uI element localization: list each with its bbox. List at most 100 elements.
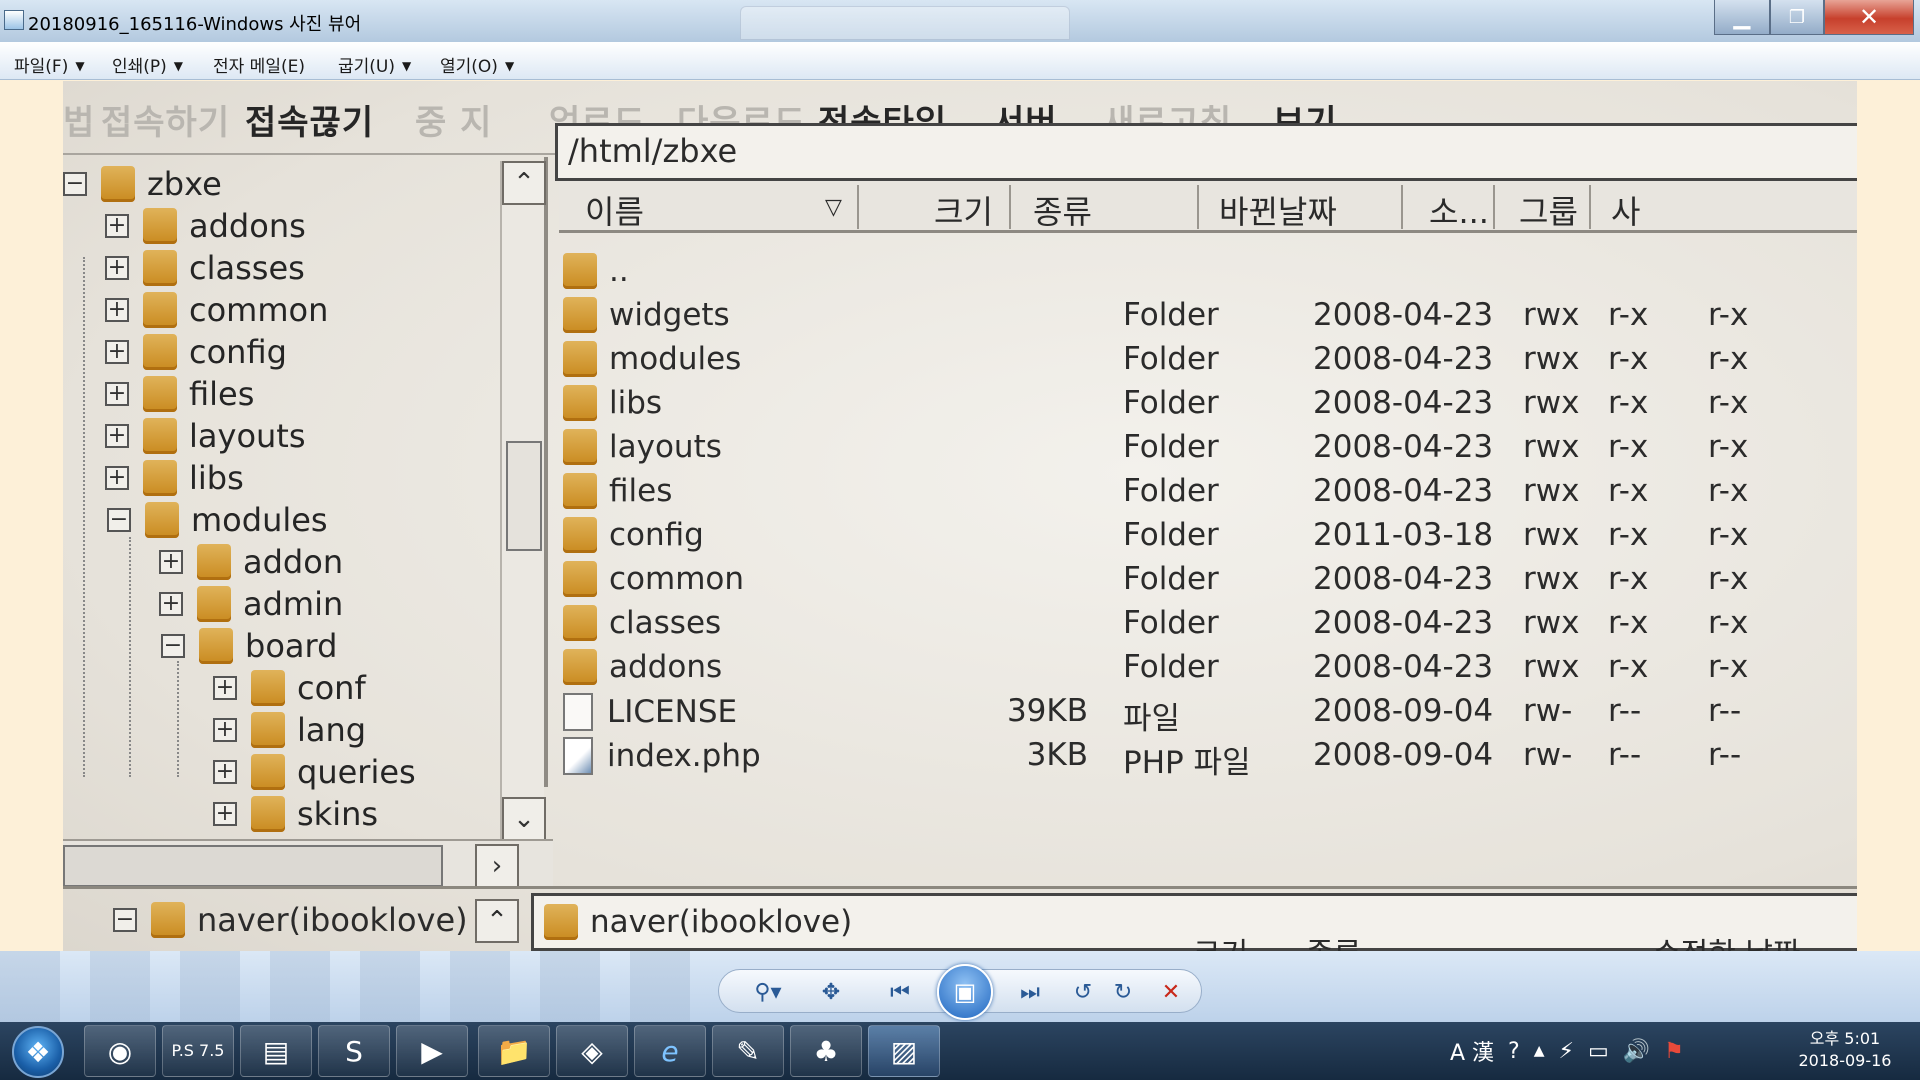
scroll-up-icon: ⌃ <box>475 899 519 943</box>
scroll-thumb <box>63 845 443 887</box>
ime-indicator[interactable]: A 漢 <box>1450 1035 1494 1067</box>
file-group-perm: r-- <box>1608 737 1642 773</box>
folder-icon <box>151 902 185 938</box>
minimize-button[interactable]: ▁ <box>1714 0 1770 35</box>
file-other-perm: r-x <box>1708 385 1749 421</box>
file-type: Folder <box>1123 561 1219 597</box>
expand-icon: + <box>105 340 129 364</box>
file-other-perm: r-x <box>1708 297 1749 333</box>
file-list-header: 이름 ▽ 크기 종류 바뀐날짜 소... 그룹 사 <box>559 181 1857 233</box>
chrome-icon[interactable]: ◉ <box>84 1025 156 1077</box>
action-center-flag-icon[interactable]: ⚑ <box>1664 1039 1684 1064</box>
tree-label: config <box>189 333 287 371</box>
expand-icon: + <box>213 718 237 742</box>
column-size: 크기 <box>1193 929 1248 951</box>
folder-icon <box>251 712 285 748</box>
rotate-ccw-icon[interactable]: ↺ <box>1065 972 1101 1012</box>
network-icon[interactable]: ▭ <box>1588 1039 1609 1064</box>
tree-label: common <box>189 291 329 329</box>
folder-tree: − zbxe + addons + classes + common + config +… <box>63 157 548 791</box>
menu-open[interactable]: 열기(O) ▼ <box>440 52 514 77</box>
folder-icon <box>563 385 597 421</box>
clock[interactable]: 오후 5:01 2018-09-16 <box>1778 1028 1912 1072</box>
menu-burn[interactable]: 굽기(U) ▼ <box>338 52 411 77</box>
ps-app-icon[interactable]: P.S 7.5 <box>162 1025 234 1077</box>
window-app-icon[interactable]: ▤ <box>240 1025 312 1077</box>
php-file-icon <box>563 737 593 775</box>
file-owner-perm: rw- <box>1523 737 1573 773</box>
file-group-perm: r-x <box>1608 385 1649 421</box>
help-icon[interactable]: ? <box>1508 1039 1520 1064</box>
s-app-icon[interactable]: S <box>318 1025 390 1077</box>
pane-divider <box>63 886 1857 889</box>
clock-date: 2018-09-16 <box>1798 1051 1892 1070</box>
file-date: 2008-09-04 <box>1313 737 1494 773</box>
zoom-icon[interactable]: ⚲▾ <box>743 972 793 1012</box>
tree-item: + queries <box>213 753 416 791</box>
folder-icon <box>563 517 597 553</box>
tree-guide <box>129 537 131 777</box>
folder-icon <box>143 334 177 370</box>
tree-item: + skins <box>213 795 378 833</box>
file-owner-perm: rwx <box>1523 385 1580 421</box>
tree-horizontal-scrollbar: › <box>63 839 553 889</box>
file-owner-perm: rwx <box>1523 473 1580 509</box>
volume-icon[interactable]: 🔊 <box>1623 1039 1650 1064</box>
file-group-perm: r-x <box>1608 429 1649 465</box>
rotate-cw-icon[interactable]: ↻ <box>1105 972 1141 1012</box>
start-button[interactable]: ❖ <box>12 1026 64 1078</box>
tree-label: skins <box>297 795 379 833</box>
folder-icon <box>145 502 179 538</box>
column-separator <box>1197 185 1199 229</box>
power-icon[interactable]: ⚡ <box>1559 1039 1574 1064</box>
delete-icon[interactable]: ✕ <box>1151 972 1191 1012</box>
people-app-icon[interactable]: ♣ <box>790 1025 862 1077</box>
tree-label: files <box>189 375 255 413</box>
red-app-icon[interactable]: ◈ <box>556 1025 628 1077</box>
file-name: LICENSE <box>607 694 738 730</box>
file-other-perm: r-x <box>1708 429 1749 465</box>
column-size: 크기 <box>934 193 993 231</box>
file-type: Folder <box>1123 385 1219 421</box>
file-type: Folder <box>1123 341 1219 377</box>
expand-icon: + <box>213 802 237 826</box>
background-tab-ghost <box>740 6 1070 40</box>
file-owner-perm: rwx <box>1523 517 1580 553</box>
show-hidden-icons-icon[interactable]: ▲ <box>1534 1043 1545 1059</box>
file-group-perm: r-x <box>1608 341 1649 377</box>
maximize-button[interactable]: ❐ <box>1770 0 1824 35</box>
media-player-icon[interactable]: ▶ <box>396 1025 468 1077</box>
window-title: 20180916_165116-Windows 사진 뷰어 <box>28 14 362 35</box>
slideshow-button[interactable]: ▣ <box>937 964 993 1020</box>
folder-icon <box>143 460 177 496</box>
internet-explorer-icon[interactable]: e <box>634 1025 706 1077</box>
file-owner-perm: rwx <box>1523 649 1580 685</box>
file-other-perm: r-x <box>1708 517 1749 553</box>
tree-item: + classes <box>105 249 305 287</box>
menu-print[interactable]: 인쇄(P) ▼ <box>112 52 183 77</box>
photo-viewer-taskbar-icon[interactable]: ▨ <box>868 1025 940 1077</box>
column-separator <box>1493 185 1495 229</box>
file-group-perm: r-x <box>1608 561 1649 597</box>
tree-guide <box>177 661 179 777</box>
close-button[interactable]: ✕ <box>1824 0 1914 35</box>
tree-label: modules <box>191 501 328 539</box>
menu-file[interactable]: 파일(F) ▼ <box>14 52 85 77</box>
collapse-icon: − <box>107 508 131 532</box>
editor-app-icon[interactable]: ✎ <box>712 1025 784 1077</box>
file-date: 2008-04-23 <box>1313 649 1494 685</box>
file-name: files <box>609 473 673 509</box>
fit-to-window-icon[interactable]: ✥ <box>811 972 851 1012</box>
previous-icon[interactable]: ⏮ <box>873 972 927 1012</box>
next-icon[interactable]: ⏭ <box>1003 972 1057 1012</box>
ftp-connect-button: 접속하기 <box>101 103 231 143</box>
file-explorer-icon[interactable]: 📁 <box>478 1025 550 1077</box>
clock-time: 오후 5:01 <box>1809 1029 1881 1048</box>
collapse-icon: − <box>113 908 137 932</box>
ftp-stop-button: 중 지 <box>415 103 493 143</box>
column-separator <box>857 185 859 229</box>
caret-down-icon: ▼ <box>75 59 85 73</box>
folder-icon <box>563 473 597 509</box>
file-date: 2008-04-23 <box>1313 561 1494 597</box>
menu-email[interactable]: 전자 메일(E) <box>213 52 305 77</box>
